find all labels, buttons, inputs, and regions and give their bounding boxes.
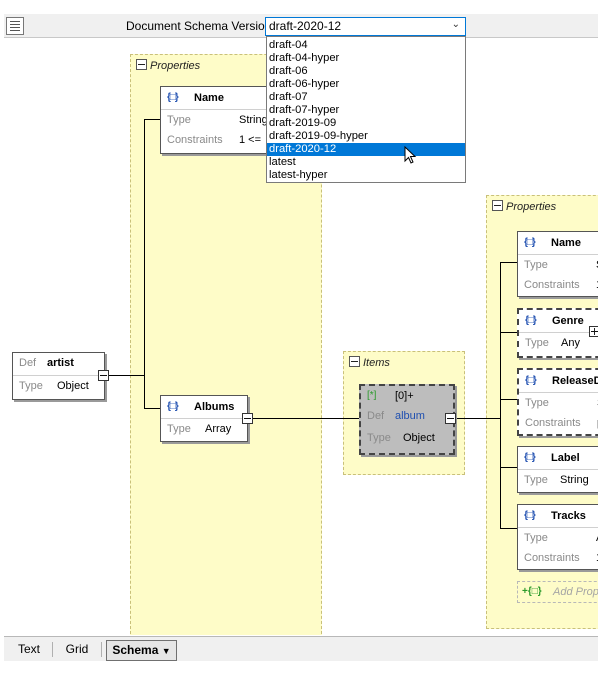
node-name: Label bbox=[551, 452, 580, 464]
version-option[interactable]: latest bbox=[267, 156, 465, 169]
collapse-icon[interactable] bbox=[349, 356, 360, 367]
schema-version-dropdown[interactable]: draft-04 draft-04-hyper draft-06 draft-0… bbox=[266, 36, 466, 183]
connector-line bbox=[500, 528, 517, 529]
version-option[interactable]: draft-04 bbox=[267, 39, 465, 52]
type-label: Type bbox=[524, 474, 548, 486]
constraints-label: Constraints bbox=[524, 279, 580, 291]
mouse-cursor-icon bbox=[404, 146, 417, 164]
node-name: artist bbox=[47, 357, 74, 369]
add-property-button[interactable]: +{□} Add Prope bbox=[517, 581, 598, 603]
schema-version-label: Document Schema Version: bbox=[126, 19, 275, 33]
tab-divider bbox=[52, 642, 53, 657]
def-label: Def bbox=[367, 410, 385, 422]
name-property-node-right[interactable]: {□} Name TypeS Constraints1 bbox=[517, 231, 598, 297]
type-value: Object bbox=[403, 432, 435, 444]
version-option[interactable]: draft-2019-09 bbox=[267, 117, 465, 130]
schema-document-icon[interactable] bbox=[6, 17, 24, 35]
constraints-label: Constraints bbox=[525, 417, 581, 429]
label-property-node[interactable]: {□} Label Type String bbox=[517, 446, 598, 493]
connector-line bbox=[253, 418, 359, 419]
connector-line bbox=[144, 408, 160, 409]
version-option-selected[interactable]: draft-2020-12 bbox=[267, 143, 465, 156]
connector-line bbox=[455, 418, 500, 419]
album-item-node[interactable]: [*] [0]+ Def album Type Object bbox=[359, 384, 455, 455]
node-name: album bbox=[395, 410, 425, 422]
node-name: Tracks bbox=[551, 510, 586, 522]
type-label: Type bbox=[525, 337, 549, 349]
type-value: String bbox=[239, 114, 268, 126]
caret-down-icon: ▼ bbox=[161, 646, 171, 656]
node-name: Albums bbox=[194, 401, 235, 413]
type-value: Any bbox=[561, 337, 580, 349]
type-label: Type bbox=[525, 397, 549, 409]
constraints-value: 1 <= bbox=[239, 134, 262, 146]
node-name: Name bbox=[194, 92, 224, 104]
object-icon: {□} bbox=[167, 92, 179, 103]
tab-divider bbox=[101, 642, 102, 657]
connector-line bbox=[500, 467, 517, 468]
version-option[interactable]: draft-06 bbox=[267, 65, 465, 78]
add-property-icon: +{□} bbox=[522, 586, 542, 597]
tracks-property-node[interactable]: {□} Tracks TypeA Constraints1 bbox=[517, 504, 598, 570]
selected-version-text: draft-2020-12 bbox=[269, 19, 342, 33]
albums-property-node[interactable]: {□} Albums Type Array bbox=[160, 395, 248, 442]
version-option[interactable]: draft-06-hyper bbox=[267, 78, 465, 91]
collapse-connector-icon[interactable] bbox=[98, 370, 109, 381]
version-option[interactable]: draft-07 bbox=[267, 91, 465, 104]
expand-connector-icon[interactable] bbox=[589, 326, 598, 337]
type-label: Type bbox=[524, 532, 548, 544]
type-label: Type bbox=[19, 380, 43, 392]
type-label: Type bbox=[167, 423, 191, 435]
connector-line bbox=[500, 262, 517, 263]
object-icon: {□} bbox=[525, 315, 537, 326]
constraints-label: Constraints bbox=[167, 134, 223, 146]
genre-property-node[interactable]: {□} Genre Type Any bbox=[517, 308, 598, 358]
object-icon: {□} bbox=[524, 452, 536, 463]
node-name: Genre bbox=[552, 315, 584, 327]
chevron-down-icon[interactable]: ⌄ bbox=[452, 19, 460, 30]
version-option[interactable]: latest-hyper bbox=[267, 169, 465, 182]
node-name: Name bbox=[551, 237, 581, 249]
add-property-label: Add Prope bbox=[553, 586, 598, 598]
constraints-label: Constraints bbox=[524, 552, 580, 564]
tab-grid[interactable]: Grid bbox=[57, 640, 97, 659]
items-header[interactable]: Items bbox=[349, 356, 390, 369]
connector-line bbox=[500, 262, 501, 528]
collapse-icon[interactable] bbox=[492, 200, 503, 211]
connector-line bbox=[500, 399, 517, 400]
tab-text[interactable]: Text bbox=[10, 640, 48, 659]
connector-line bbox=[144, 119, 145, 409]
schema-version-select[interactable]: draft-2020-12 ⌄ bbox=[265, 17, 466, 36]
object-icon: {□} bbox=[167, 401, 179, 412]
connector-line bbox=[500, 332, 517, 333]
object-icon: {□} bbox=[524, 510, 536, 521]
collapse-connector-icon[interactable] bbox=[242, 413, 253, 424]
properties-header[interactable]: Properties bbox=[492, 200, 556, 213]
version-option[interactable]: draft-07-hyper bbox=[267, 104, 465, 117]
tab-schema-label: Schema bbox=[112, 643, 159, 657]
properties-header[interactable]: Properties bbox=[136, 59, 200, 72]
type-label: Type bbox=[167, 114, 191, 126]
object-icon: {□} bbox=[525, 375, 537, 386]
connector-line bbox=[144, 119, 160, 120]
version-option[interactable]: draft-04-hyper bbox=[267, 52, 465, 65]
connector-line bbox=[108, 375, 144, 376]
type-value: Object bbox=[57, 380, 89, 392]
name-property-node[interactable]: {□} Name Type String Constraints 1 <= bbox=[160, 86, 274, 154]
type-value: String bbox=[560, 474, 589, 486]
artist-definition-node[interactable]: Def artist Type Object bbox=[12, 352, 105, 400]
tab-schema[interactable]: Schema ▼ bbox=[106, 640, 177, 661]
node-name: ReleaseD bbox=[552, 375, 598, 387]
item-index: [0]+ bbox=[395, 390, 414, 402]
version-option[interactable]: draft-2019-09-hyper bbox=[267, 130, 465, 143]
collapse-connector-icon[interactable] bbox=[445, 413, 456, 424]
type-label: Type bbox=[367, 432, 391, 444]
releasedate-property-node[interactable]: {□} ReleaseD TypeS Constraintsp bbox=[517, 368, 598, 436]
object-icon: {□} bbox=[524, 237, 536, 248]
array-item-icon: [*] bbox=[367, 390, 377, 401]
collapse-icon[interactable] bbox=[136, 59, 147, 70]
type-value: Array bbox=[205, 423, 232, 435]
def-label: Def bbox=[19, 357, 37, 369]
type-label: Type bbox=[524, 259, 548, 271]
